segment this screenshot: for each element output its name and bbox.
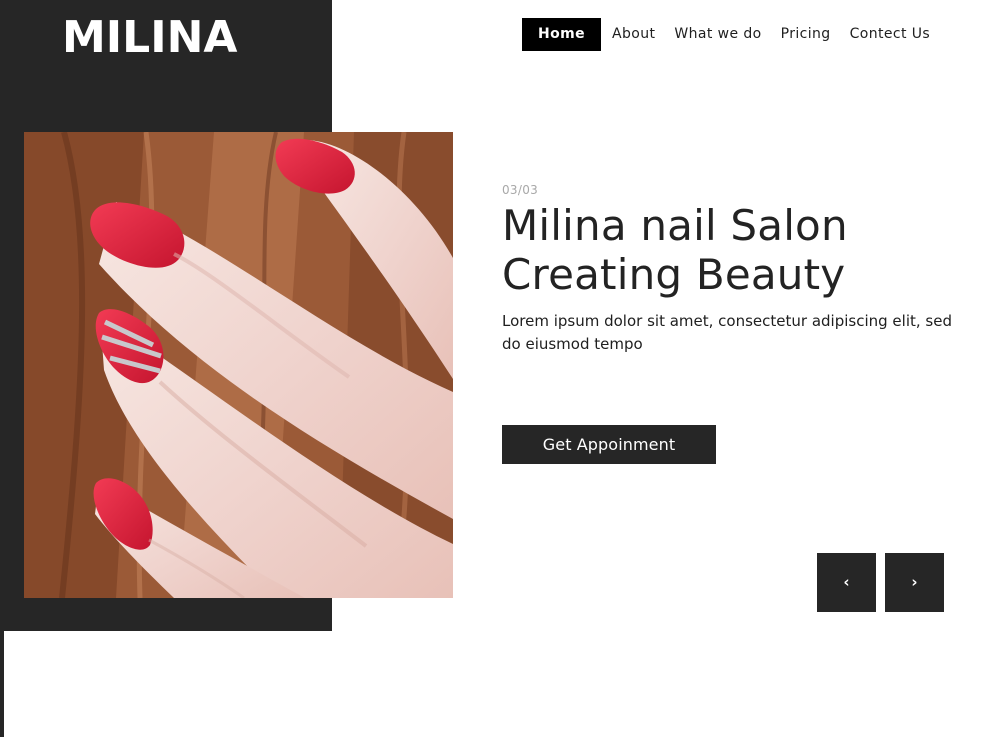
landing-page: MILINA Home About What we do Pricing Con… [0, 0, 994, 737]
manicure-illustration [24, 132, 453, 598]
get-appointment-button[interactable]: Get Appoinment [502, 425, 716, 464]
brand-logo[interactable]: MILINA [62, 12, 237, 64]
nav-item-pricing[interactable]: Pricing [781, 18, 831, 51]
nav-item-home[interactable]: Home [522, 18, 601, 51]
slide-counter: 03/03 [502, 183, 539, 197]
hero-title-line-two: Creating Beauty [502, 250, 846, 299]
next-slide-button[interactable]: › [885, 553, 944, 612]
main-navigation: Home About What we do Pricing Contect Us [522, 18, 930, 51]
hero-title-line-one: Milina nail Salon [502, 201, 848, 250]
hero-description: Lorem ipsum dolor sit amet, consectetur … [502, 312, 952, 353]
previous-slide-button[interactable]: ‹ [817, 553, 876, 612]
chevron-right-icon: › [911, 573, 918, 591]
nav-item-what-we-do[interactable]: What we do [674, 18, 761, 51]
hero-title: Milina nail Salon Creating Beauty [502, 201, 972, 299]
hero-image-manicure [24, 132, 453, 598]
nav-item-contact-us[interactable]: Contect Us [850, 18, 931, 51]
nav-item-about[interactable]: About [612, 18, 655, 51]
chevron-left-icon: ‹ [843, 573, 850, 591]
